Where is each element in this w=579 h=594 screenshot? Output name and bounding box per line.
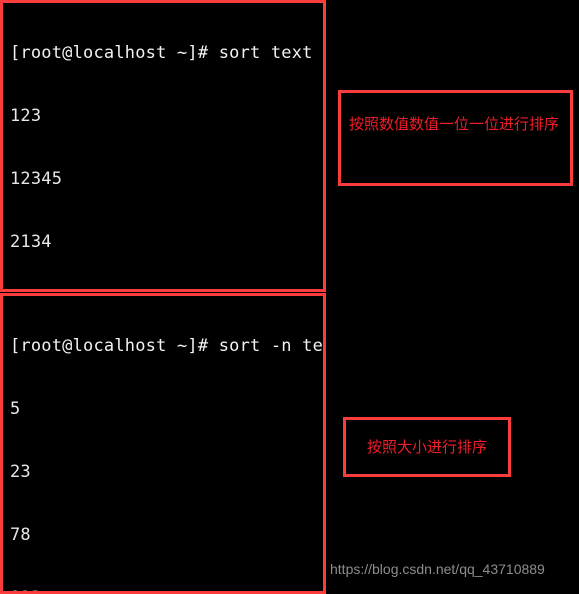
screenshot-canvas: [root@localhost ~]# sort text 123 12345 …	[0, 0, 579, 594]
terminal-block-sort-default: [root@localhost ~]# sort text 123 12345 …	[0, 0, 326, 292]
annotation-note-magnitude: 按照大小进行排序	[343, 417, 511, 477]
annotation-note-lexicographic: 按照数值数值一位一位进行排序	[338, 90, 573, 186]
terminal-block-sort-numeric: [root@localhost ~]# sort -n text 5 23 78…	[0, 293, 326, 594]
terminal-output-line: 123	[10, 106, 42, 126]
annotation-text: 按照大小进行排序	[366, 438, 487, 456]
terminal-output-sort-default: [root@localhost ~]# sort text 123 12345 …	[10, 3, 323, 289]
terminal-output-line: 2134	[10, 232, 52, 252]
terminal-output-sort-numeric: [root@localhost ~]# sort -n text 5 23 78…	[10, 296, 326, 591]
terminal-prompt-line: [root@localhost ~]# sort -n text	[10, 336, 326, 356]
terminal-output-line: 5	[10, 399, 21, 419]
terminal-output-line: 12345	[10, 169, 63, 189]
terminal-output-line: 23	[10, 462, 31, 482]
annotation-text: 按照数值数值一位一位进行排序	[349, 115, 560, 133]
terminal-prompt-line: [root@localhost ~]# sort text	[10, 43, 313, 63]
terminal-output-line: 123	[10, 588, 323, 591]
watermark-url: https://blog.csdn.net/qq_43710889	[330, 561, 545, 577]
terminal-output-line: 78	[10, 525, 31, 545]
